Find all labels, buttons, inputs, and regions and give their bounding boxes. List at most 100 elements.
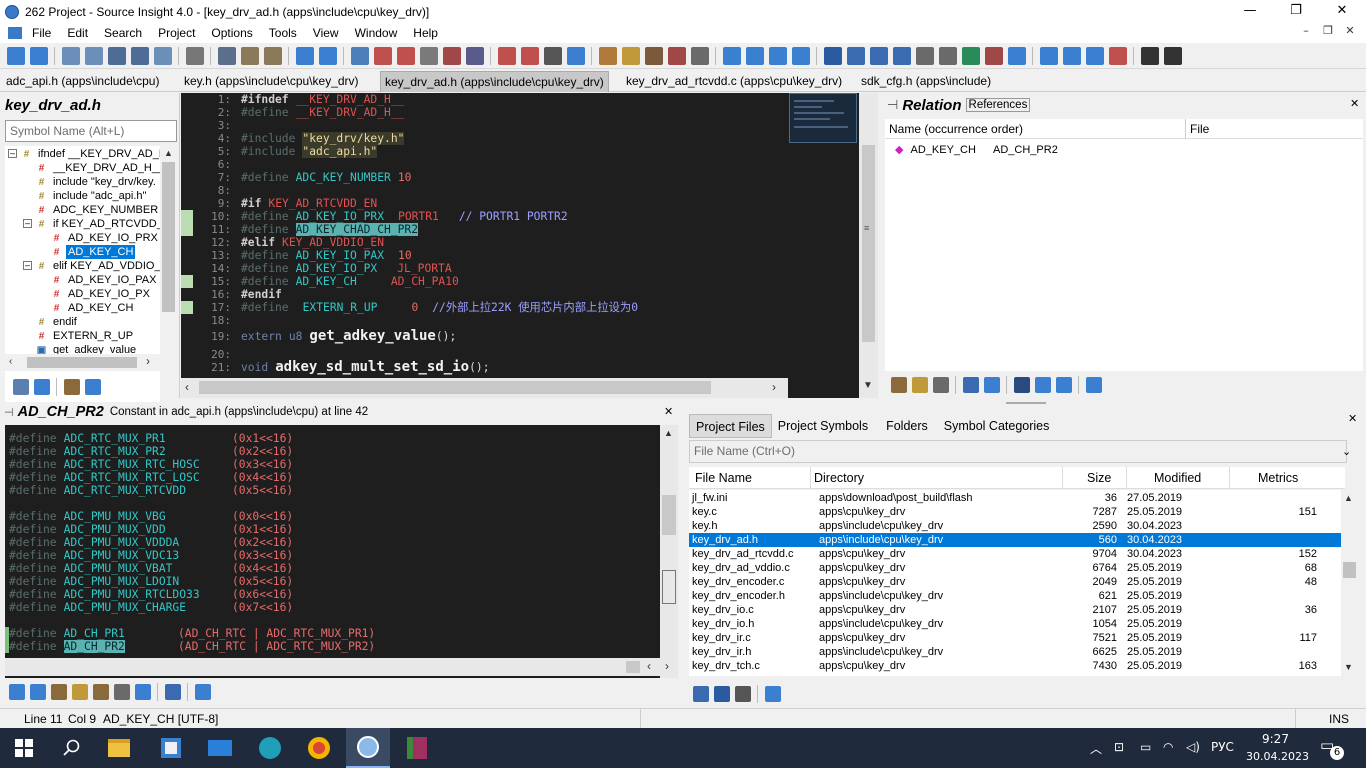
close-icon[interactable]: ✕ <box>1350 97 1359 110</box>
table-row[interactable]: key_drv_ad.h apps\include\cpu\key_drv 560 3… <box>689 533 1341 547</box>
bookmark-next-icon[interactable] <box>520 46 539 65</box>
relation-icon[interactable] <box>113 684 130 700</box>
start-button[interactable] <box>2 728 46 768</box>
table-row[interactable]: key_drv_encoder.h apps\include\cpu\key_dr… <box>689 589 1341 603</box>
menu-options[interactable]: Options <box>203 26 260 40</box>
help-symbol-icon[interactable] <box>621 46 640 65</box>
tab-sdk-cfg-h[interactable]: sdk_cfg.h (apps\include) <box>857 71 995 92</box>
store-icon[interactable] <box>149 728 193 768</box>
file-list[interactable]: jl_fw.ini apps\download\post_build\flash 3… <box>689 490 1341 676</box>
forward-icon[interactable] <box>29 684 46 700</box>
tab-key-drv-ad-rtcvdd-c[interactable]: key_drv_ad_rtcvdd.c (apps\cpu\key_drv) <box>622 71 846 92</box>
list-item[interactable]: – # if KEY_AD_RTCVDD_E <box>5 217 160 231</box>
relation-row[interactable]: ◆ AD_KEY_CH AD_CH_PR2 <box>895 143 1058 156</box>
close-button[interactable]: ✕ <box>1319 0 1365 23</box>
horizontal-graph-icon[interactable] <box>1034 377 1051 393</box>
save-icon[interactable] <box>107 46 126 65</box>
volume-icon[interactable]: ◁) <box>1186 740 1200 754</box>
table-row[interactable]: key_drv_io.h apps\include\cpu\key_drv 1054… <box>689 617 1341 631</box>
find-next-icon[interactable] <box>373 46 392 65</box>
minimap[interactable] <box>789 93 857 143</box>
back-icon[interactable] <box>6 46 25 65</box>
code-line[interactable]: #define ADC_RTC_MUX_PR1 (0x1<<16) <box>9 432 293 445</box>
clock-date[interactable]: 30.04.2023 <box>1246 750 1309 763</box>
code-line[interactable]: #include "adc_api.h" <box>241 145 378 158</box>
undo-icon[interactable] <box>295 46 314 65</box>
tab-key-drv-ad-h[interactable]: key_drv_ad.h (apps\include\cpu\key_drv) <box>380 71 609 92</box>
language-indicator[interactable]: РУС <box>1211 740 1234 754</box>
delete-icon[interactable] <box>1108 46 1127 65</box>
list-item[interactable]: # endif <box>5 315 160 329</box>
list-item[interactable]: – # elif KEY_AD_VDDIO_E <box>5 259 160 273</box>
list-item[interactable]: # AD_KEY_IO_PRX <box>5 231 160 245</box>
editor-hscrollbar[interactable]: ‹ › <box>181 378 788 398</box>
lock-icon[interactable] <box>164 684 181 700</box>
list-item[interactable]: # __KEY_DRV_AD_H__ <box>5 161 160 175</box>
document-icon[interactable] <box>8 27 22 39</box>
lock-icon[interactable] <box>962 377 979 393</box>
table-row[interactable]: key_drv_ir.c apps\cpu\key_drv 7521 25.05.20… <box>689 631 1341 645</box>
settings-icon[interactable] <box>1085 377 1102 393</box>
indent-icon[interactable] <box>1039 46 1058 65</box>
pin-icon[interactable]: ⊣ <box>4 406 14 419</box>
context-scrollbar[interactable]: ▲ <box>660 425 678 678</box>
copy-icon[interactable] <box>240 46 259 65</box>
tab-key-h[interactable]: key.h (apps\include\cpu\key_drv) <box>180 71 363 92</box>
browse-icon[interactable] <box>644 46 663 65</box>
outline-icon[interactable] <box>1007 46 1026 65</box>
menu-window[interactable]: Window <box>347 26 406 40</box>
clip-icon[interactable] <box>938 46 957 65</box>
help-icon[interactable] <box>71 684 88 700</box>
code-line[interactable]: #ifndef __KEY_DRV_AD_H__ <box>241 93 404 106</box>
forward-icon[interactable] <box>29 46 48 65</box>
menu-help[interactable]: Help <box>405 26 446 40</box>
relation-icon[interactable] <box>932 377 949 393</box>
code-editor[interactable]: 1: 2: 3: 4: 5: 6: 7: 8: 9: 10: 11: 12: 13: 14: 15: 16: 1… <box>181 93 878 398</box>
outdent-icon[interactable] <box>1062 46 1081 65</box>
network-icon[interactable]: ▭ <box>1140 740 1151 754</box>
list-item[interactable]: # AD_KEY_IO_PX <box>5 287 160 301</box>
menu-edit[interactable]: Edit <box>59 26 96 40</box>
list-item[interactable]: # AD_KEY_CH <box>5 301 160 315</box>
close-file-icon[interactable] <box>153 46 172 65</box>
search-project-icon[interactable] <box>892 46 911 65</box>
star-icon[interactable] <box>566 46 585 65</box>
code-line[interactable]: extern u8 get_adkey_value(); <box>241 329 456 343</box>
symbol-window-icon[interactable] <box>869 46 888 65</box>
menu-view[interactable]: View <box>305 26 347 40</box>
code-line[interactable]: #define ADC_PMU_MUX_VBG (0x0<<16) <box>9 510 293 523</box>
code-line[interactable]: #define AD_KEY_IO_PAX 10 <box>241 249 412 262</box>
table-row[interactable]: key_drv_ad_rtcvdd.c apps\cpu\key_drv 9704 3… <box>689 547 1341 561</box>
list-item[interactable]: # EXTERN_R_UP <box>5 329 160 343</box>
doc-close-button[interactable]: ✕ <box>1340 24 1360 37</box>
font-bold-icon[interactable] <box>1140 46 1159 65</box>
context-hscrollbar[interactable]: ‹ › <box>5 658 678 676</box>
refresh-icon[interactable] <box>983 377 1000 393</box>
code-line[interactable]: #if KEY_AD_RTCVDD_EN <box>241 197 377 210</box>
browse-icon[interactable] <box>50 684 67 700</box>
tab-project-symbols[interactable]: Project Symbols <box>772 414 874 438</box>
code-text[interactable]: #ifndef __KEY_DRV_AD_H__ #define __KEY_DRV_… <box>241 93 786 378</box>
bug-icon[interactable] <box>984 46 1003 65</box>
paste-icon[interactable] <box>263 46 282 65</box>
layout4-icon[interactable] <box>791 46 810 65</box>
list-item[interactable]: # AD_KEY_IO_PAX <box>5 273 160 287</box>
search-icon[interactable] <box>50 728 94 768</box>
cut-icon[interactable] <box>217 46 236 65</box>
editor-scrollbar[interactable]: ≡ ▼ <box>859 93 878 398</box>
outline-icon[interactable] <box>134 684 151 700</box>
settings-icon[interactable] <box>764 686 781 702</box>
relation-tree[interactable]: ◆ AD_KEY_CH AD_CH_PR2 <box>885 139 1363 371</box>
menu-tools[interactable]: Tools <box>261 26 305 40</box>
layout3-icon[interactable] <box>768 46 787 65</box>
table-row[interactable]: key.c apps\cpu\key_drv 7287 25.05.2019 151 <box>689 505 1341 519</box>
tab-folders[interactable]: Folders <box>880 414 934 438</box>
winrar-icon[interactable] <box>395 728 439 768</box>
edge-icon[interactable] <box>248 728 292 768</box>
file-list-scrollbar[interactable]: ▲ ▼ <box>1341 490 1357 676</box>
code-line[interactable]: #define ADC_RTC_MUX_RTC_HOSC (0x3<<16) <box>9 458 293 471</box>
bookmark-list-icon[interactable] <box>543 46 562 65</box>
pin-icon[interactable]: ⊣ <box>887 97 898 113</box>
menu-file[interactable]: File <box>24 26 59 40</box>
code-line[interactable]: #define ADC_PMU_MUX_LDOIN (0x5<<16) <box>9 575 293 588</box>
